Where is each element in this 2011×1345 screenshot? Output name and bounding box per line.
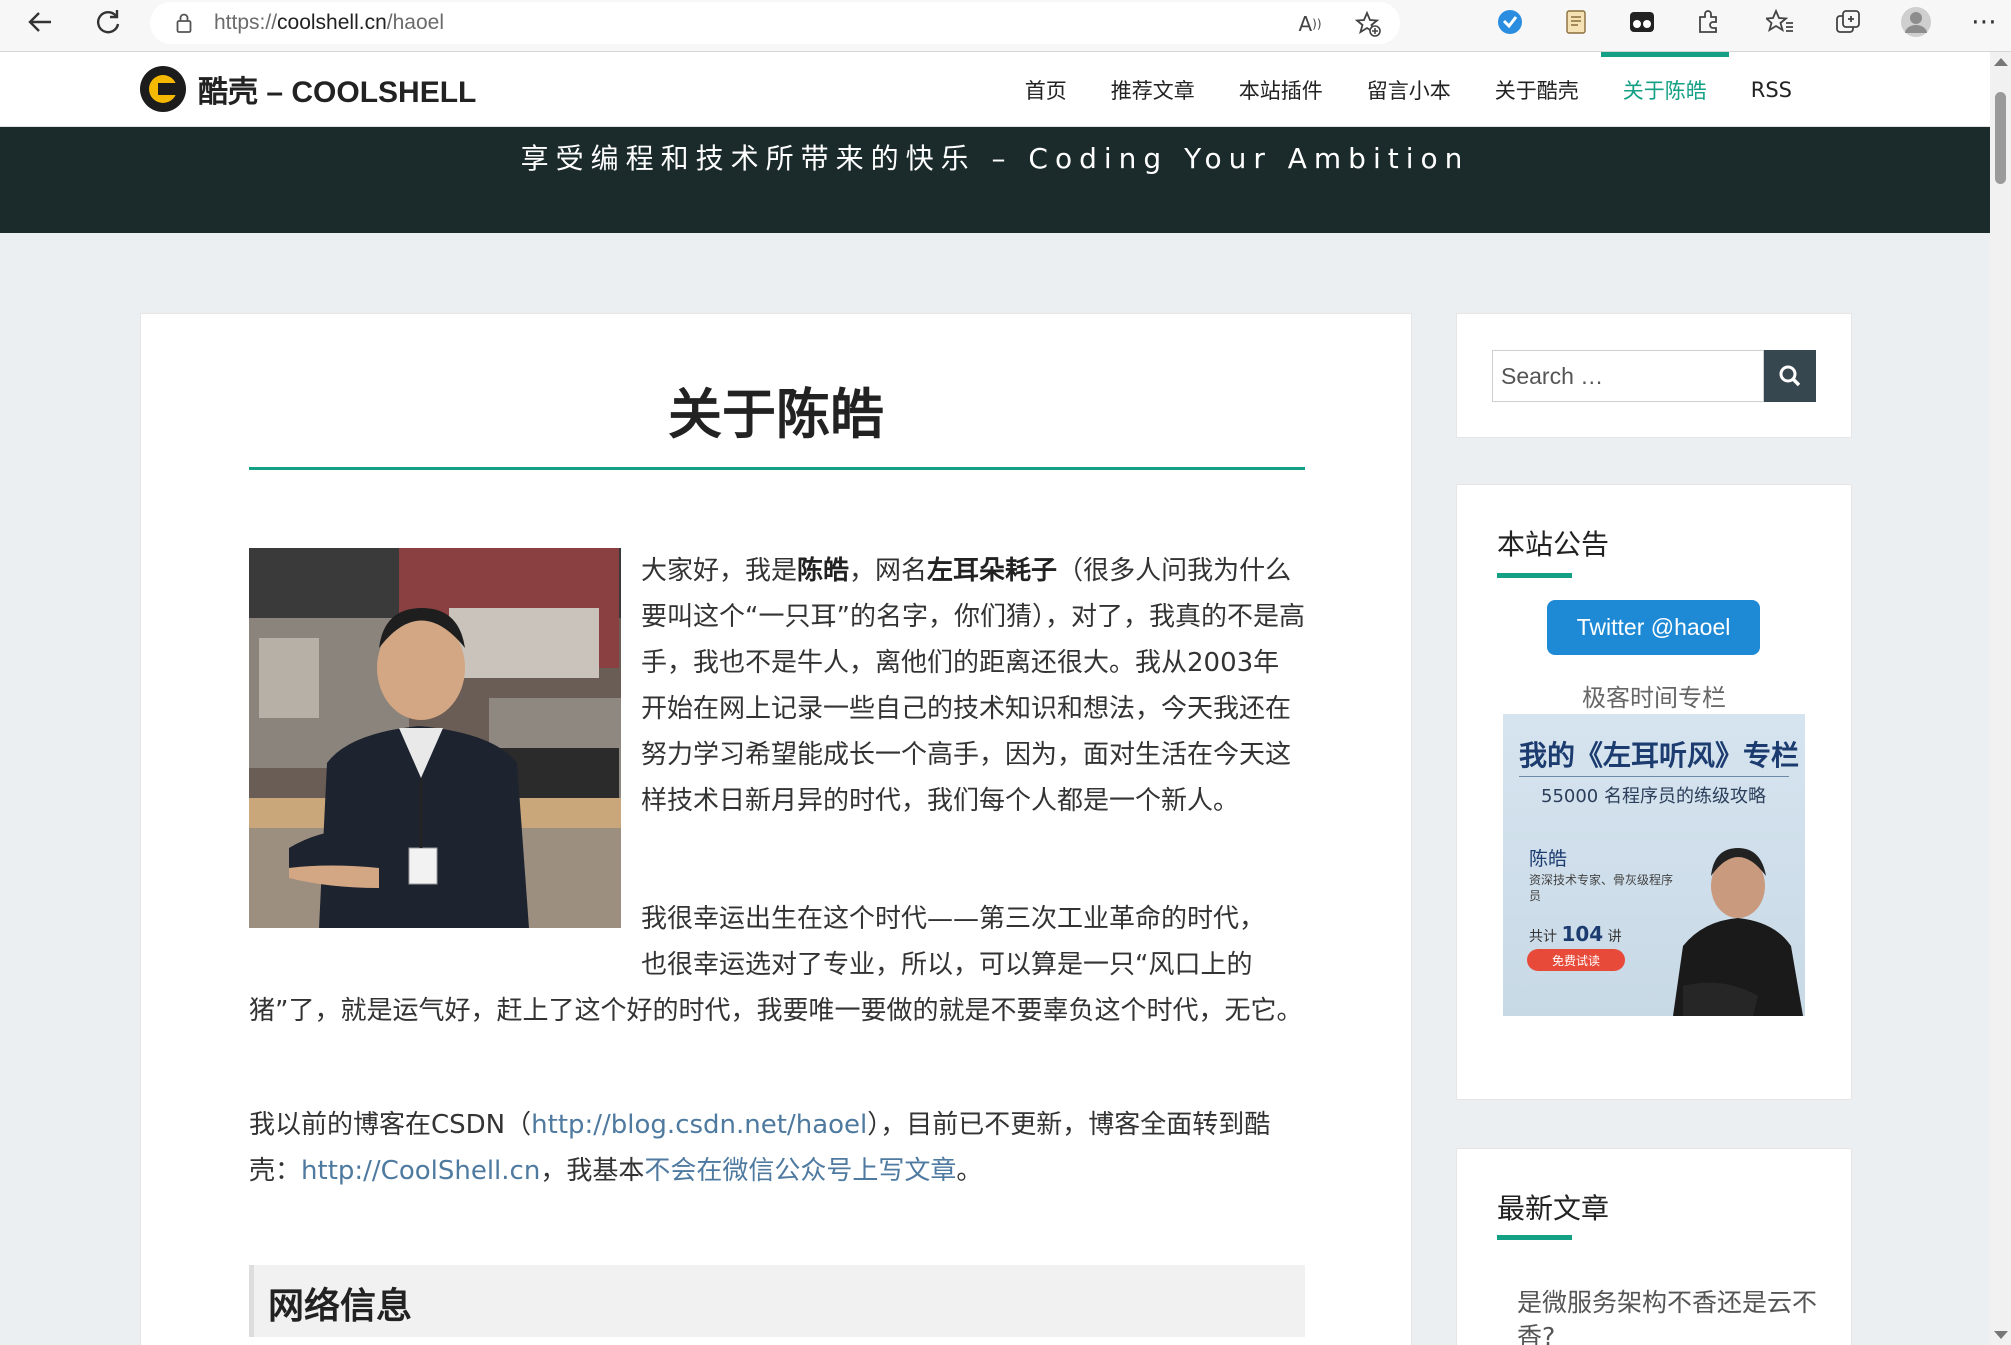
back-button[interactable] bbox=[20, 2, 60, 42]
nav-guestbook[interactable]: 留言小本 bbox=[1345, 52, 1473, 127]
browser-toolbar: https://coolshell.cn/haoel A)) ⋯ bbox=[0, 0, 2011, 52]
intro-text-3: （很多人问我为什么要叫这个“一只耳”的名字，你们猜），对了，我真的不是高手，我也… bbox=[641, 556, 1305, 816]
blog-paragraph: 我以前的博客在CSDN（http://blog.csdn.net/haoel），… bbox=[249, 1102, 1305, 1194]
url-scheme: https:// bbox=[214, 11, 278, 34]
geektime-column-ad[interactable]: 我的《左耳听风》专栏 55000 名程序员的练级攻略 陈皓 资深技术专家、骨灰级… bbox=[1503, 714, 1805, 1016]
intro-text-1: 大家好，我是 bbox=[641, 556, 798, 586]
site-name: 酷壳 – COOLSHELL bbox=[198, 76, 477, 109]
site-banner: 享受编程和技术所带来的快乐 – Coding Your Ambition bbox=[0, 127, 1990, 233]
blog-text-1: 我以前的博客在CSDN（ bbox=[249, 1110, 532, 1140]
url-text[interactable]: https://coolshell.cn/haoel bbox=[214, 11, 444, 35]
search-button[interactable] bbox=[1764, 350, 1816, 402]
page-scrollbar[interactable] bbox=[1990, 52, 2011, 1345]
latest-title-rule bbox=[1497, 1235, 1572, 1240]
notice-title-rule bbox=[1497, 573, 1572, 578]
latest-post-link[interactable]: 是微服务架构不香还是云不香? bbox=[1517, 1286, 1817, 1345]
more-menu-icon[interactable]: ⋯ bbox=[1968, 6, 2000, 38]
title-divider bbox=[249, 467, 1305, 470]
blog-text-4: 。 bbox=[956, 1156, 983, 1186]
section-heading-network: 网络信息 bbox=[249, 1265, 1305, 1337]
nav-recommended[interactable]: 推荐文章 bbox=[1089, 52, 1217, 127]
intro-paragraph: 大家好，我是陈皓，网名左耳朵耗子（很多人问我为什么要叫这个“一只耳”的名字，你们… bbox=[249, 548, 1305, 928]
article-card: 关于陈皓 大家好，我是陈皓，网名左耳朵耗子（很多人问我为什么要叫这个“一只耳”的… bbox=[140, 313, 1412, 1345]
wechat-policy-link[interactable]: 不会在微信公众号上写文章 bbox=[644, 1156, 956, 1186]
ad-subtitle: 55000 名程序员的练级攻略 bbox=[1541, 786, 1766, 807]
lucky-line-1: 我很幸运出生在这个时代——第三次工业革命的时代， bbox=[641, 904, 1266, 934]
twitter-button[interactable]: Twitter @haoel bbox=[1547, 600, 1760, 655]
ad-author-desc: 资深技术专家、骨灰级程序员 bbox=[1529, 873, 1674, 903]
main-navigation: 首页 推荐文章 本站插件 留言小本 关于酷壳 关于陈皓 RSS bbox=[1003, 52, 1814, 127]
favorites-icon[interactable] bbox=[1764, 6, 1796, 38]
intro-text-2: ，网名 bbox=[849, 556, 928, 586]
url-host: coolshell.cn bbox=[277, 11, 387, 34]
coolshell-logo-icon bbox=[140, 66, 186, 112]
csdn-blog-link[interactable]: http://blog.csdn.net/haoel bbox=[531, 1110, 867, 1140]
reload-icon bbox=[97, 10, 120, 34]
lock-icon[interactable] bbox=[176, 13, 192, 33]
extension-blue-icon[interactable] bbox=[1494, 6, 1526, 38]
search-icon bbox=[1779, 365, 1801, 387]
url-path: /haoel bbox=[386, 11, 444, 34]
site-header: 酷壳 – COOLSHELL 首页 推荐文章 本站插件 留言小本 关于酷壳 关于… bbox=[0, 52, 1990, 127]
search-widget: Search … bbox=[1456, 313, 1852, 438]
author-nickname: 左耳朵耗子 bbox=[927, 556, 1058, 586]
collections-icon[interactable] bbox=[1832, 6, 1864, 38]
ad-lesson-count: 共计 104 讲 bbox=[1529, 922, 1622, 946]
notice-widget: 本站公告 Twitter @haoel 极客时间专栏 我的《左耳听风》专栏 55… bbox=[1456, 484, 1852, 1100]
scrollbar-thumb[interactable] bbox=[1995, 92, 2006, 184]
add-favorite-icon[interactable] bbox=[1354, 10, 1382, 38]
scroll-down-icon[interactable] bbox=[1994, 1331, 2008, 1339]
blog-text-3: ，我基本 bbox=[540, 1156, 645, 1186]
geek-column-label: 极客时间专栏 bbox=[1582, 684, 1726, 712]
back-arrow-icon bbox=[28, 12, 51, 32]
reload-button[interactable] bbox=[88, 2, 128, 42]
nav-about-chenhao[interactable]: 关于陈皓 bbox=[1600, 52, 1729, 127]
nav-plugins[interactable]: 本站插件 bbox=[1217, 52, 1345, 127]
lucky-paragraph-rest: 猪”了，就是运气好，赶上了这个好的时代，我要唯一要做的就是不要辜负这个时代，无它… bbox=[249, 996, 1303, 1026]
scroll-up-icon[interactable] bbox=[1994, 58, 2008, 66]
ad-author: 陈皓 bbox=[1529, 848, 1568, 870]
lucky-line-2: 也很幸运选对了专业，所以，可以算是一只“风口上的 bbox=[641, 950, 1253, 980]
ad-free-trial-button[interactable]: 免费试读 bbox=[1527, 949, 1625, 971]
address-bar[interactable]: https://coolshell.cn/haoel A)) bbox=[150, 2, 1400, 44]
site-logo[interactable]: 酷壳 – COOLSHELL bbox=[140, 66, 476, 112]
extension-notes-icon[interactable] bbox=[1560, 6, 1592, 38]
nav-rss[interactable]: RSS bbox=[1729, 52, 1814, 127]
site-tagline: 享受编程和技术所带来的快乐 – Coding Your Ambition bbox=[520, 142, 1470, 175]
page-title: 关于陈皓 bbox=[668, 383, 884, 446]
extensions-puzzle-icon[interactable] bbox=[1692, 6, 1724, 38]
nav-home[interactable]: 首页 bbox=[1003, 52, 1089, 127]
coolshell-link[interactable]: http://CoolShell.cn bbox=[301, 1156, 540, 1186]
ad-author-portrait bbox=[1673, 848, 1803, 1016]
lucky-paragraph-head: 我很幸运出生在这个时代——第三次工业革命的时代， 也很幸运选对了专业，所以，可以… bbox=[641, 896, 1305, 988]
nav-about-coolshell[interactable]: 关于酷壳 bbox=[1473, 52, 1601, 127]
ad-title: 我的《左耳听风》专栏 bbox=[1519, 739, 1800, 772]
author-name: 陈皓 bbox=[797, 556, 850, 586]
section-heading-text: 网络信息 bbox=[268, 1286, 413, 1327]
profile-avatar-icon[interactable] bbox=[1900, 6, 1932, 38]
notice-title: 本站公告 bbox=[1497, 528, 1610, 561]
read-aloud-icon[interactable]: A)) bbox=[1296, 10, 1324, 38]
extension-mask-icon[interactable] bbox=[1626, 6, 1658, 38]
search-input[interactable]: Search … bbox=[1492, 350, 1764, 402]
latest-posts-widget: 最新文章 是微服务架构不香还是云不香? bbox=[1456, 1148, 1852, 1345]
latest-title: 最新文章 bbox=[1497, 1192, 1610, 1225]
